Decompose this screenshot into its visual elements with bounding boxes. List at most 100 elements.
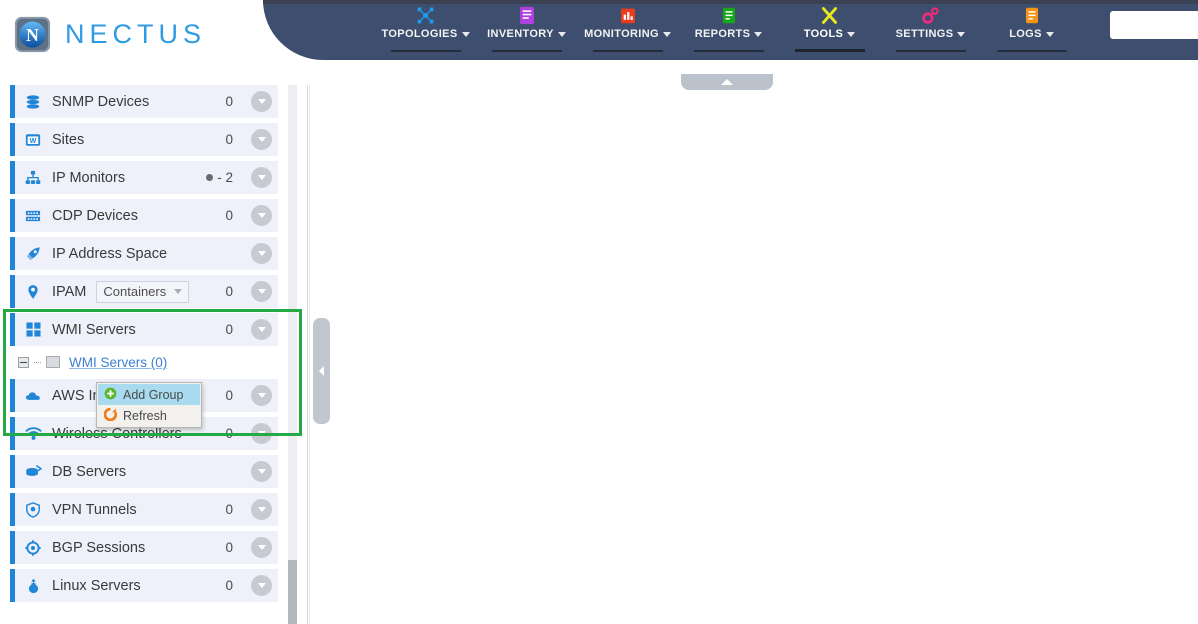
row-accent	[10, 199, 15, 232]
context-menu: Add Group Refresh	[96, 382, 202, 428]
chevron-down-icon[interactable]	[251, 499, 272, 520]
chevron-down-icon[interactable]	[251, 423, 272, 444]
sidebar-item-count: 0	[225, 426, 233, 441]
sidebar-item-snmp-devices[interactable]: SNMP Devices 0	[10, 85, 278, 118]
app-root: TOPOLOGIES INVENTORY MONITORING REPORTS …	[0, 0, 1198, 624]
sidebar-item-ip-address-space[interactable]: IP Address Space	[10, 237, 278, 270]
sidebar-item-vpn-tunnels[interactable]: VPN Tunnels 0	[10, 493, 278, 526]
chevron-down-icon[interactable]	[251, 319, 272, 340]
chevron-down-icon[interactable]	[251, 461, 272, 482]
sidebar-item-count: - 2	[206, 170, 233, 185]
tree-node-label[interactable]: WMI Servers (0)	[69, 355, 167, 370]
nav-item-tools[interactable]: TOOLS	[779, 0, 880, 60]
svg-text:W: W	[30, 137, 37, 145]
sidebar-item-count: 0	[225, 284, 233, 299]
nav-label-text: TOOLS	[803, 28, 844, 40]
chevron-down-icon[interactable]	[251, 575, 272, 596]
chevron-down-icon	[557, 31, 566, 37]
left-sidebar: SNMP Devices 0 W Sites 0 IP Monitors - 2…	[0, 85, 288, 624]
tools-icon	[820, 6, 839, 25]
shield-icon	[23, 501, 43, 518]
chevron-down-icon[interactable]	[251, 537, 272, 558]
brand[interactable]: N NECTUS	[14, 16, 206, 53]
chevron-down-icon[interactable]	[251, 205, 272, 226]
sidebar-item-label: CDP Devices	[52, 207, 138, 224]
context-menu-item-refresh[interactable]: Refresh	[98, 405, 200, 426]
sidebar-item-label: DB Servers	[52, 463, 127, 480]
chevron-down-icon[interactable]	[251, 167, 272, 188]
sidebar-item-ipam[interactable]: IPAM Containers 0	[10, 275, 278, 308]
nav-label-text: INVENTORY	[487, 28, 554, 40]
search-input[interactable]	[1110, 11, 1198, 39]
topology-icon	[416, 6, 435, 25]
sidebar-item-sites[interactable]: W Sites 0	[10, 123, 278, 156]
tree-node-wmi-servers[interactable]: WMI Servers (0)	[18, 351, 278, 373]
reports-icon	[720, 6, 738, 25]
row-accent	[10, 237, 15, 270]
sidebar-item-label: IP Monitors	[52, 169, 126, 186]
inventory-icon	[518, 6, 536, 25]
sidebar-item-count: 0	[225, 388, 233, 403]
sidebar-item-label: WMI Servers	[52, 321, 136, 338]
nav-item-label: TOPOLOGIES	[381, 28, 470, 40]
refresh-icon	[103, 407, 118, 424]
chevron-down-icon	[461, 31, 470, 37]
nav-item-monitoring[interactable]: MONITORING	[577, 0, 678, 60]
sidebar-item-linux-servers[interactable]: Linux Servers 0	[10, 569, 278, 602]
chevron-down-icon[interactable]	[251, 281, 272, 302]
nav-item-logs[interactable]: LOGS	[981, 0, 1082, 60]
top-panel-collapse-handle[interactable]	[681, 74, 773, 90]
row-accent	[10, 531, 15, 564]
nav-item-settings[interactable]: SETTINGS	[880, 0, 981, 60]
plus-circle-icon	[104, 387, 117, 403]
sidebar-item-label: Sites	[52, 131, 85, 148]
sidebar-item-label: Linux Servers	[52, 577, 141, 594]
chevron-down-icon	[1045, 31, 1054, 37]
cloud-icon	[23, 389, 43, 403]
row-accent	[10, 85, 15, 118]
ipam-scope-value: Containers	[103, 284, 167, 299]
network-icon	[23, 170, 43, 186]
windows-icon	[23, 322, 43, 337]
nav-menu: TOPOLOGIES INVENTORY MONITORING REPORTS …	[375, 0, 1198, 60]
nav-underline	[996, 50, 1067, 52]
sidebar-item-cdp-devices[interactable]: CDP Devices 0	[10, 199, 278, 232]
chevron-down-icon[interactable]	[251, 129, 272, 150]
nav-label-text: MONITORING	[584, 28, 659, 40]
monitoring-icon	[619, 6, 637, 25]
chevron-down-icon[interactable]	[251, 91, 272, 112]
database-icon	[23, 94, 43, 110]
nav-item-inventory[interactable]: INVENTORY	[476, 0, 577, 60]
sidebar-item-count: 0	[225, 94, 233, 109]
rocket-icon	[23, 246, 43, 262]
chevron-down-icon[interactable]	[251, 385, 272, 406]
collapse-minus-icon[interactable]	[18, 356, 29, 368]
sidebar-item-ip-monitors[interactable]: IP Monitors - 2	[10, 161, 278, 194]
sidebar-item-wmi-servers[interactable]: WMI Servers 0	[10, 313, 278, 346]
nav-item-label: SETTINGS	[896, 28, 966, 40]
nav-item-label: LOGS	[1009, 28, 1054, 40]
context-menu-item-add-group[interactable]: Add Group	[98, 384, 200, 405]
nav-underline	[390, 50, 461, 52]
pane-divider-inner	[309, 85, 310, 624]
sidebar-item-count: 0	[225, 208, 233, 223]
row-accent	[10, 493, 15, 526]
ipam-scope-select[interactable]: Containers	[96, 280, 190, 303]
linux-icon	[23, 578, 43, 594]
svg-text:N: N	[26, 25, 39, 45]
sidebar-scrollbar-thumb[interactable]	[288, 560, 297, 624]
chevron-left-icon	[319, 366, 324, 376]
nav-underline	[895, 50, 966, 52]
row-accent	[10, 455, 15, 488]
nav-item-topologies[interactable]: TOPOLOGIES	[375, 0, 476, 60]
nav-item-reports[interactable]: REPORTS	[678, 0, 779, 60]
sidebar-item-bgp-sessions[interactable]: BGP Sessions 0	[10, 531, 278, 564]
sidebar-scrollbar-track[interactable]	[288, 85, 297, 624]
nav-underline	[491, 50, 562, 52]
nav-underline	[794, 49, 865, 52]
sidebar-collapse-handle[interactable]	[313, 318, 330, 424]
row-accent	[10, 379, 15, 412]
sidebar-item-db-servers[interactable]: DB Servers	[10, 455, 278, 488]
tree-connector	[34, 361, 41, 363]
chevron-down-icon[interactable]	[251, 243, 272, 264]
